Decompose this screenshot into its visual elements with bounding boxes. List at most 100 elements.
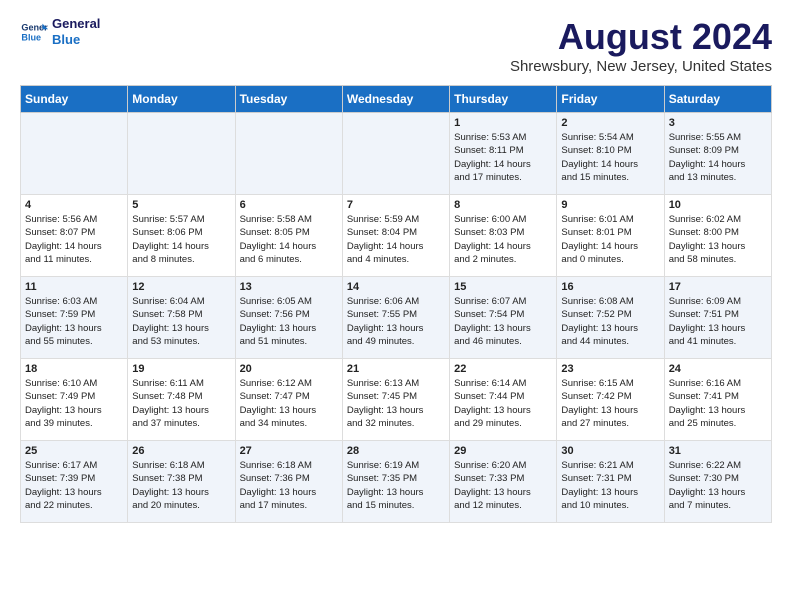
day-number: 15: [454, 281, 552, 293]
day-cell: [342, 113, 449, 195]
day-info: Sunrise: 6:13 AMSunset: 7:45 PMDaylight:…: [347, 377, 445, 430]
day-cell: 8Sunrise: 6:00 AMSunset: 8:03 PMDaylight…: [450, 195, 557, 277]
day-cell: 15 Sunrise: 6:07 AMSunset: 7:54 PMDayligh…: [450, 277, 557, 359]
day-number: 6: [240, 199, 338, 211]
header-tuesday: Tuesday: [235, 86, 342, 113]
logo-text-line2: Blue: [52, 32, 100, 48]
day-number: 2: [561, 117, 659, 129]
header: General Blue General Blue August 2024 Sh…: [20, 16, 772, 75]
day-cell: 13Sunrise: 6:05 AMSunset: 7:56 PMDayligh…: [235, 277, 342, 359]
day-cell: 27 Sunrise: 6:18 AMSunset: 7:36 PMDayligh…: [235, 441, 342, 523]
day-info: Sunrise: 6:21 AMSunset: 7:31 PMDaylight:…: [561, 459, 659, 512]
day-info: Sunrise: 6:11 AMSunset: 7:48 PMDaylight:…: [132, 377, 230, 430]
main-title: August 2024: [510, 16, 772, 58]
day-info: Sunrise: 6:14 AMSunset: 7:44 PMDaylight:…: [454, 377, 552, 430]
logo-icon: General Blue: [20, 18, 48, 46]
day-number: 28: [347, 445, 445, 457]
title-block: August 2024 Shrewsbury, New Jersey, Unit…: [510, 16, 772, 75]
day-info: Sunrise: 6:16 AMSunset: 7:41 PMDaylight:…: [669, 377, 767, 430]
day-info: Sunrise: 6:18 AMSunset: 7:38 PMDaylight:…: [132, 459, 230, 512]
calendar-table: SundayMondayTuesdayWednesdayThursdayFrid…: [20, 85, 772, 523]
header-row: SundayMondayTuesdayWednesdayThursdayFrid…: [21, 86, 772, 113]
day-info: Sunrise: 6:18 AMSunset: 7:36 PMDaylight:…: [240, 459, 338, 512]
day-cell: 6Sunrise: 5:58 AMSunset: 8:05 PMDaylight…: [235, 195, 342, 277]
day-cell: 29 Sunrise: 6:20 AMSunset: 7:33 PMDayligh…: [450, 441, 557, 523]
day-number: 3: [669, 117, 767, 129]
day-number: 16: [561, 281, 659, 293]
day-cell: 3 Sunrise: 5:55 AMSunset: 8:09 PMDaylight…: [664, 113, 771, 195]
day-cell: 5 Sunrise: 5:57 AMSunset: 8:06 PMDaylight…: [128, 195, 235, 277]
day-number: 4: [25, 199, 123, 211]
day-info: Sunrise: 6:17 AMSunset: 7:39 PMDaylight:…: [25, 459, 123, 512]
day-cell: 21Sunrise: 6:13 AMSunset: 7:45 PMDayligh…: [342, 359, 449, 441]
day-cell: 2 Sunrise: 5:54 AMSunset: 8:10 PMDaylight…: [557, 113, 664, 195]
day-cell: 4Sunrise: 5:56 AMSunset: 8:07 PMDaylight…: [21, 195, 128, 277]
calendar-header: SundayMondayTuesdayWednesdayThursdayFrid…: [21, 86, 772, 113]
day-number: 8: [454, 199, 552, 211]
day-cell: 18 Sunrise: 6:10 AMSunset: 7:49 PMDayligh…: [21, 359, 128, 441]
day-info: Sunrise: 6:03 AMSunset: 7:59 PMDaylight:…: [25, 295, 123, 348]
day-number: 5: [132, 199, 230, 211]
day-number: 23: [561, 363, 659, 375]
day-info: Sunrise: 6:08 AMSunset: 7:52 PMDaylight:…: [561, 295, 659, 348]
day-cell: 1Sunrise: 5:53 AMSunset: 8:11 PMDaylight…: [450, 113, 557, 195]
day-info: Sunrise: 6:09 AMSunset: 7:51 PMDaylight:…: [669, 295, 767, 348]
day-info: Sunrise: 6:20 AMSunset: 7:33 PMDaylight:…: [454, 459, 552, 512]
day-number: 18: [25, 363, 123, 375]
day-info: Sunrise: 5:57 AMSunset: 8:06 PMDaylight:…: [132, 213, 230, 266]
day-info: Sunrise: 6:19 AMSunset: 7:35 PMDaylight:…: [347, 459, 445, 512]
day-info: Sunrise: 6:04 AMSunset: 7:58 PMDaylight:…: [132, 295, 230, 348]
day-cell: 24 Sunrise: 6:16 AMSunset: 7:41 PMDayligh…: [664, 359, 771, 441]
day-cell: 19Sunrise: 6:11 AMSunset: 7:48 PMDayligh…: [128, 359, 235, 441]
day-info: Sunrise: 6:10 AMSunset: 7:49 PMDaylight:…: [25, 377, 123, 430]
day-number: 29: [454, 445, 552, 457]
day-cell: 23 Sunrise: 6:15 AMSunset: 7:42 PMDayligh…: [557, 359, 664, 441]
day-number: 7: [347, 199, 445, 211]
day-cell: 16 Sunrise: 6:08 AMSunset: 7:52 PMDayligh…: [557, 277, 664, 359]
calendar-body: 1Sunrise: 5:53 AMSunset: 8:11 PMDaylight…: [21, 113, 772, 523]
week-row-4: 18 Sunrise: 6:10 AMSunset: 7:49 PMDayligh…: [21, 359, 772, 441]
day-number: 10: [669, 199, 767, 211]
week-row-2: 4Sunrise: 5:56 AMSunset: 8:07 PMDaylight…: [21, 195, 772, 277]
header-sunday: Sunday: [21, 86, 128, 113]
header-thursday: Thursday: [450, 86, 557, 113]
day-cell: 22 Sunrise: 6:14 AMSunset: 7:44 PMDayligh…: [450, 359, 557, 441]
day-number: 14: [347, 281, 445, 293]
day-cell: 12 Sunrise: 6:04 AMSunset: 7:58 PMDayligh…: [128, 277, 235, 359]
day-cell: 26 Sunrise: 6:18 AMSunset: 7:38 PMDayligh…: [128, 441, 235, 523]
day-info: Sunrise: 6:01 AMSunset: 8:01 PMDaylight:…: [561, 213, 659, 266]
week-row-1: 1Sunrise: 5:53 AMSunset: 8:11 PMDaylight…: [21, 113, 772, 195]
day-info: Sunrise: 6:15 AMSunset: 7:42 PMDaylight:…: [561, 377, 659, 430]
day-number: 11: [25, 281, 123, 293]
day-info: Sunrise: 6:06 AMSunset: 7:55 PMDaylight:…: [347, 295, 445, 348]
day-cell: 14 Sunrise: 6:06 AMSunset: 7:55 PMDayligh…: [342, 277, 449, 359]
subtitle: Shrewsbury, New Jersey, United States: [510, 58, 772, 75]
week-row-3: 11 Sunrise: 6:03 AMSunset: 7:59 PMDayligh…: [21, 277, 772, 359]
day-number: 17: [669, 281, 767, 293]
header-saturday: Saturday: [664, 86, 771, 113]
day-number: 12: [132, 281, 230, 293]
day-cell: 20Sunrise: 6:12 AMSunset: 7:47 PMDayligh…: [235, 359, 342, 441]
day-number: 31: [669, 445, 767, 457]
day-number: 13: [240, 281, 338, 293]
day-cell: 28 Sunrise: 6:19 AMSunset: 7:35 PMDayligh…: [342, 441, 449, 523]
day-info: Sunrise: 5:59 AMSunset: 8:04 PMDaylight:…: [347, 213, 445, 266]
header-friday: Friday: [557, 86, 664, 113]
logo-text-line1: General: [52, 16, 100, 32]
day-info: Sunrise: 5:55 AMSunset: 8:09 PMDaylight:…: [669, 131, 767, 184]
day-cell: 7 Sunrise: 5:59 AMSunset: 8:04 PMDaylight…: [342, 195, 449, 277]
day-info: Sunrise: 5:53 AMSunset: 8:11 PMDaylight:…: [454, 131, 552, 184]
day-cell: 11 Sunrise: 6:03 AMSunset: 7:59 PMDayligh…: [21, 277, 128, 359]
day-number: 20: [240, 363, 338, 375]
day-number: 27: [240, 445, 338, 457]
day-info: Sunrise: 6:07 AMSunset: 7:54 PMDaylight:…: [454, 295, 552, 348]
day-number: 25: [25, 445, 123, 457]
day-info: Sunrise: 5:54 AMSunset: 8:10 PMDaylight:…: [561, 131, 659, 184]
day-number: 24: [669, 363, 767, 375]
day-number: 26: [132, 445, 230, 457]
day-cell: 10Sunrise: 6:02 AMSunset: 8:00 PMDayligh…: [664, 195, 771, 277]
week-row-5: 25 Sunrise: 6:17 AMSunset: 7:39 PMDayligh…: [21, 441, 772, 523]
header-monday: Monday: [128, 86, 235, 113]
day-cell: [128, 113, 235, 195]
day-number: 22: [454, 363, 552, 375]
